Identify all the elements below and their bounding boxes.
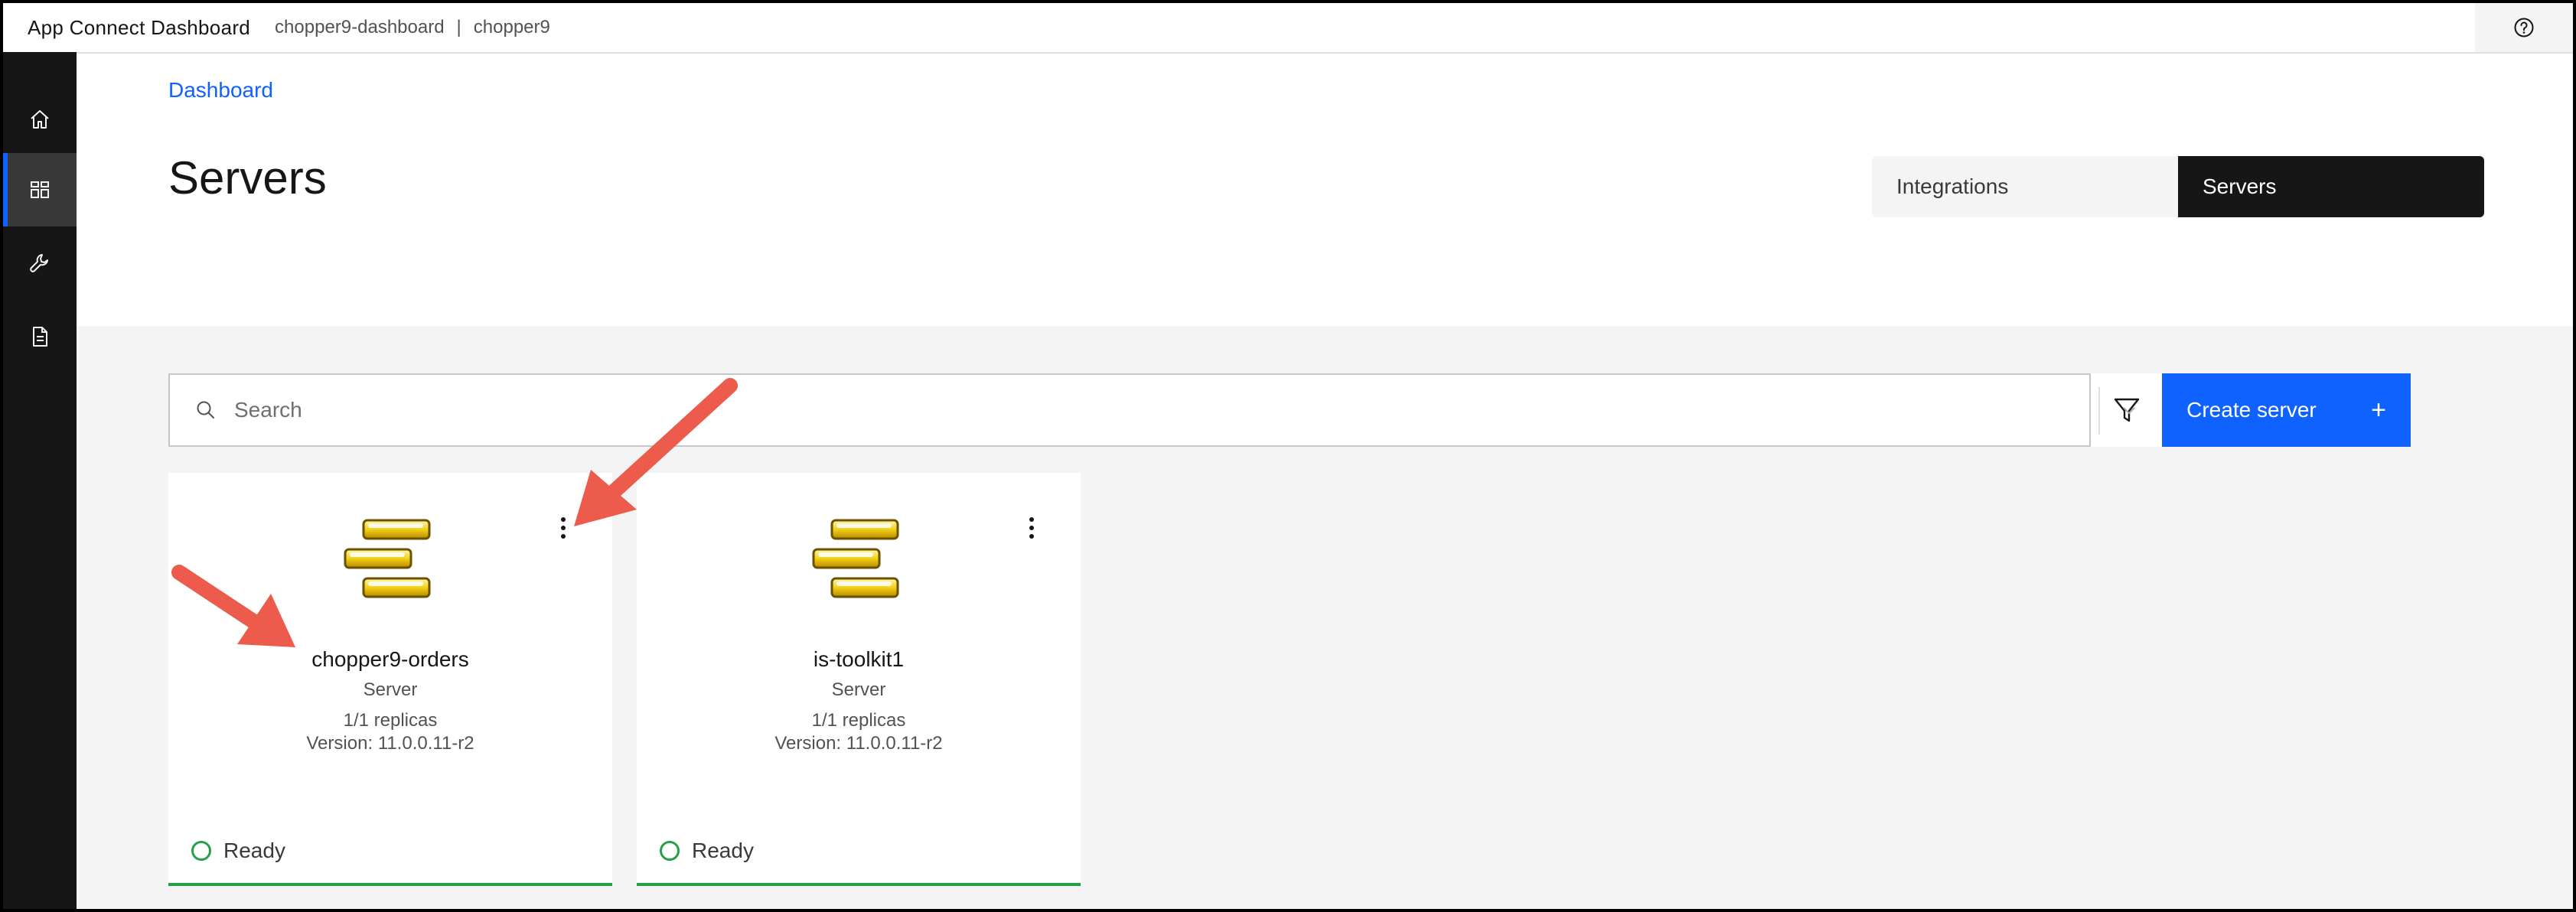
overflow-menu-button[interactable] (549, 514, 577, 542)
server-card[interactable]: chopper9-orders Server 1/1 replicas Vers… (168, 473, 612, 886)
status-text: Ready (223, 839, 285, 862)
create-server-button[interactable]: Create server + (2162, 373, 2411, 447)
header-instance: chopper9-dashboard (275, 17, 445, 37)
plus-icon: + (2371, 395, 2387, 425)
page-header: Dashboard Servers Integrations Servers (77, 54, 2573, 326)
status-indicator: Ready (191, 839, 285, 863)
document-icon (33, 327, 47, 347)
search-dropdown-toggle[interactable] (2100, 375, 2158, 445)
server-icon (812, 519, 899, 598)
tab-servers[interactable]: Servers (2178, 156, 2484, 217)
header-namespace: chopper9 (473, 17, 550, 37)
status-ready-icon (660, 841, 680, 861)
search-input[interactable] (233, 375, 1996, 445)
nav-dashboard[interactable] (3, 153, 77, 226)
server-replicas: 1/1 replicas (811, 710, 906, 731)
server-replicas: 1/1 replicas (343, 710, 438, 731)
server-card[interactable]: is-toolkit1 Server 1/1 replicas Version:… (637, 473, 1081, 886)
wrench-icon (30, 254, 48, 272)
page-title: Servers (168, 152, 327, 204)
status-indicator: Ready (660, 839, 754, 863)
search-icon (197, 401, 214, 419)
server-name: is-toolkit1 (813, 647, 905, 671)
create-server-label: Create server (2186, 398, 2317, 422)
overflow-menu-icon (1029, 517, 1034, 539)
breadcrumb-dashboard-link[interactable]: Dashboard (168, 78, 273, 103)
search-box (168, 373, 2135, 447)
server-version: Version: 11.0.0.11-r2 (306, 733, 474, 754)
top-header: App Connect Dashboard chopper9-dashboard… (3, 3, 2573, 54)
view-switcher: Integrations Servers (1872, 156, 2484, 217)
server-name: chopper9-orders (311, 647, 469, 671)
nav-documentation[interactable] (3, 300, 77, 373)
app-window: App Connect Dashboard chopper9-dashboard… (3, 3, 2573, 909)
tab-integrations[interactable]: Integrations (1872, 156, 2178, 217)
dashboard-icon (31, 181, 49, 198)
help-button[interactable] (2475, 3, 2573, 52)
toolbar: Create server + (168, 373, 2411, 447)
server-icon (344, 519, 431, 598)
chevron-down-icon (2123, 407, 2135, 415)
help-icon (2514, 18, 2534, 37)
side-nav-rail (3, 52, 77, 909)
home-icon (31, 110, 49, 129)
server-type: Server (831, 679, 886, 700)
overflow-menu-icon (561, 517, 566, 539)
server-type: Server (363, 679, 418, 700)
overflow-menu-button[interactable] (1018, 514, 1045, 542)
app-name[interactable]: App Connect Dashboard (28, 16, 250, 40)
header-separator: | (456, 17, 461, 37)
server-version: Version: 11.0.0.11-r2 (774, 733, 943, 754)
nav-home[interactable] (3, 83, 77, 156)
status-text: Ready (692, 839, 754, 862)
nav-tools[interactable] (3, 226, 77, 300)
status-ready-icon (191, 841, 211, 861)
